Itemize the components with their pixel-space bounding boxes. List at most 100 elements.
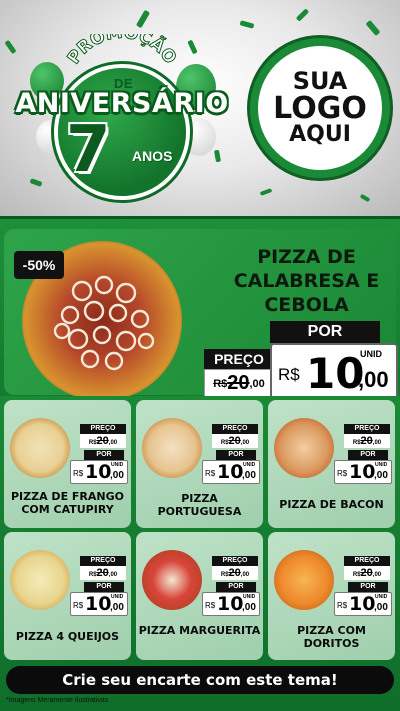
- unit-label: UNID: [243, 594, 256, 600]
- preco-label: PREÇO: [344, 424, 390, 434]
- new-currency: R$: [337, 469, 348, 478]
- old-currency: R$: [213, 378, 228, 390]
- svg-text:PROMOÇÃO: PROMOÇÃO: [64, 34, 180, 68]
- old-price-value: 20: [360, 435, 373, 447]
- preco-label: PREÇO: [212, 556, 258, 566]
- old-price-value: 20: [96, 567, 109, 579]
- new-price-cents: ,00: [242, 470, 256, 481]
- logo-line-3: AQUI: [289, 122, 351, 148]
- new-price-value: 10: [349, 593, 376, 615]
- old-currency: R$: [352, 440, 361, 446]
- new-currency: R$: [73, 469, 84, 478]
- featured-title: PIZZA DE CALABRESA E CEBOLA: [233, 246, 380, 317]
- pizza-image: [274, 418, 334, 478]
- pizza-image: [10, 418, 70, 478]
- cta-button[interactable]: Crie seu encarte com este tema!: [6, 666, 394, 694]
- promo-text: PROMOÇÃO: [63, 34, 180, 68]
- product-card: PREÇO R$20,00 POR R$ 10 UNID ,00 PIZZA MARG…: [136, 532, 263, 660]
- old-price: R$20,00: [80, 434, 126, 448]
- new-currency: R$: [337, 601, 348, 610]
- confetti: [239, 20, 255, 29]
- new-price-cents: ,00: [374, 470, 388, 481]
- logo-line-2: LOGO: [273, 90, 367, 126]
- por-label: POR: [84, 582, 124, 592]
- price-box: PREÇO R$20,00 POR R$ 10 UNID ,00: [70, 556, 128, 618]
- price-box: PREÇO R$20,00 POR R$ 10 UNID ,00: [202, 424, 260, 486]
- new-price-cents: ,00: [358, 367, 389, 392]
- old-price-cents: ,00: [249, 378, 265, 390]
- old-price-value: 20: [227, 372, 250, 394]
- new-price-value: 10: [217, 593, 244, 615]
- old-price: R$20,00: [212, 434, 258, 448]
- por-label: POR: [216, 582, 256, 592]
- old-price-value: 20: [228, 435, 241, 447]
- old-price-cents: ,00: [108, 440, 118, 446]
- old-price-value: 20: [228, 567, 241, 579]
- confetti: [135, 9, 151, 29]
- new-price-value: 10: [306, 349, 365, 398]
- years-text: ANOS: [132, 148, 173, 164]
- por-label: POR: [348, 582, 388, 592]
- unit-label: UNID: [360, 349, 382, 359]
- new-price: R$ 10 UNID ,00: [70, 460, 128, 484]
- product-card: PREÇO R$20,00 POR R$ 10 UNID ,00 PIZZA 4 QU…: [4, 532, 131, 660]
- product-card: PREÇO R$20,00 POR R$ 10 UNID ,00 PIZZA DE F…: [4, 400, 131, 528]
- featured-section: -50% PIZZA DE CALABRESA E CEBOLA POR PRE…: [0, 216, 400, 401]
- old-currency: R$: [88, 572, 97, 578]
- featured-card: -50% PIZZA DE CALABRESA E CEBOLA POR PRE…: [4, 229, 398, 401]
- new-price: R$ 10 UNID ,00: [70, 592, 128, 616]
- confetti: [295, 8, 310, 22]
- preco-label: PREÇO: [212, 424, 258, 434]
- product-name: PIZZA COM DORITOS: [297, 624, 366, 651]
- product-card: PREÇO R$20,00 POR R$ 10 UNID ,00 PIZZA COM …: [268, 532, 395, 660]
- price-box: PREÇO R$20,00 POR R$ 10 UNID ,00: [334, 424, 392, 486]
- old-currency: R$: [88, 440, 97, 446]
- header-banner: PROMOÇÃO DE ANIVERSÁRIO 7 ANOS SUA LOGO …: [0, 0, 400, 218]
- product-card: PREÇO R$20,00 POR R$ 10 UNID ,00 PIZZA DE B…: [268, 400, 395, 528]
- pizza-image: [142, 418, 202, 478]
- featured-por-label: POR: [270, 321, 380, 343]
- aniversario-text: ANIVERSÁRIO: [15, 88, 229, 119]
- price-box: PREÇO R$20,00 POR R$ 10 UNID ,00: [202, 556, 260, 618]
- product-name: PIZZA DE FRANGO COM CATUPIRY: [10, 490, 124, 517]
- unit-label: UNID: [375, 594, 388, 600]
- product-card: PREÇO R$20,00 POR R$ 10 UNID ,00 PIZZA PORT…: [136, 400, 263, 528]
- old-price-cents: ,00: [240, 572, 250, 578]
- anniversary-badge: PROMOÇÃO DE ANIVERSÁRIO 7 ANOS: [6, 28, 236, 198]
- preco-label: PREÇO: [344, 556, 390, 566]
- price-box: PREÇO R$20,00 POR R$ 10 UNID ,00: [70, 424, 128, 486]
- preco-label: PREÇO: [80, 424, 126, 434]
- new-price: R$ 10 UNID ,00: [202, 460, 260, 484]
- featured-preco-label: PREÇO: [204, 349, 274, 369]
- old-currency: R$: [220, 572, 229, 578]
- unit-label: UNID: [375, 462, 388, 468]
- pizza-image: [274, 550, 334, 610]
- old-price-value: 20: [360, 567, 373, 579]
- new-price: R$ 10 UNID ,00: [334, 460, 392, 484]
- product-name: PIZZA DE BACON: [279, 498, 384, 511]
- featured-new-price: R$ 10 UNID ,00: [270, 343, 398, 399]
- new-currency: R$: [205, 601, 216, 610]
- por-label: POR: [348, 450, 388, 460]
- confetti: [359, 193, 371, 203]
- por-label: POR: [84, 450, 124, 460]
- new-price-value: 10: [85, 461, 112, 483]
- old-price-cents: ,00: [108, 572, 118, 578]
- product-name: PIZZA MARGUERITA: [138, 624, 261, 637]
- new-price-cents: ,00: [374, 602, 388, 613]
- pizza-image: [10, 550, 70, 610]
- por-label: POR: [216, 450, 256, 460]
- new-price-cents: ,00: [110, 470, 124, 481]
- new-currency: R$: [205, 469, 216, 478]
- new-price-value: 10: [217, 461, 244, 483]
- unit-label: UNID: [111, 462, 124, 468]
- new-price-value: 10: [85, 593, 112, 615]
- old-price: R$20,00: [344, 434, 390, 448]
- logo-placeholder: SUA LOGO AQUI: [250, 38, 390, 178]
- new-price-cents: ,00: [242, 602, 256, 613]
- new-price: R$ 10 UNID ,00: [202, 592, 260, 616]
- flyer-page: PROMOÇÃO DE ANIVERSÁRIO 7 ANOS SUA LOGO …: [0, 0, 400, 711]
- old-price: R$20,00: [344, 566, 390, 580]
- new-price-value: 10: [349, 461, 376, 483]
- confetti: [259, 188, 273, 196]
